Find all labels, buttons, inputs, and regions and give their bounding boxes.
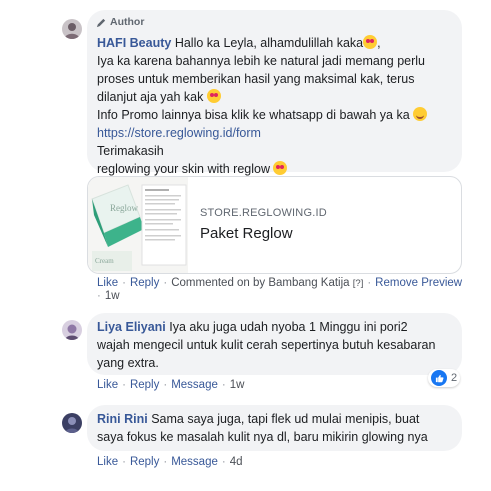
message-link[interactable]: Message — [171, 379, 218, 391]
comment-line: dilanjut aja yah kak — [97, 90, 204, 104]
like-reaction-icon — [431, 370, 447, 386]
comment-actions: Like · Reply · Message · 1w — [97, 379, 245, 391]
comment-line: Terimakasih — [97, 144, 164, 158]
like-link[interactable]: Like — [97, 456, 118, 468]
comment-time-row: · 1w — [97, 290, 120, 302]
profile-photo-icon — [62, 320, 82, 340]
product-image: Reglow Cream — [88, 177, 188, 273]
comment-line: yang extra. — [97, 356, 159, 370]
message-link[interactable]: Message — [171, 456, 218, 468]
link-preview-title[interactable]: Paket Reglow — [200, 225, 293, 242]
reply-link[interactable]: Reply — [130, 379, 159, 391]
comment-author[interactable]: Rini Rini — [97, 412, 148, 426]
comment-actions: Like · Reply · Message · 4d — [97, 456, 243, 468]
reply-link[interactable]: Reply — [130, 456, 159, 468]
link-preview-domain: STORE.REGLOWING.ID — [200, 207, 327, 219]
reply-link[interactable]: Reply — [130, 277, 159, 289]
avatar-rini-rini[interactable] — [62, 413, 82, 433]
comment-line: reglowing your skin with reglow — [97, 162, 270, 176]
commented-on-by[interactable]: Commented on by Bambang Katija — [171, 277, 349, 289]
author-badge: Author — [96, 16, 144, 28]
author-badge-label: Author — [110, 16, 145, 28]
comment-line: Info Promo lainnya bisa klik ke whatsapp… — [97, 108, 410, 122]
comment-line: Hallo ka Leyla, alhamdulillah kaka — [174, 36, 364, 50]
like-link[interactable]: Like — [97, 277, 118, 289]
comment-timestamp[interactable]: 1w — [230, 379, 245, 391]
comment-line: proses untuk memberikan hasil yang maksi… — [97, 72, 415, 86]
heart-eyes-emoji-icon — [363, 35, 378, 49]
comment-text: HAFI Beauty Hallo ka Leyla, alhamdulilla… — [97, 34, 457, 178]
comment-author[interactable]: HAFI Beauty — [97, 36, 171, 50]
comment-line: Sama saya juga, tapi flek ud mulai menip… — [151, 412, 420, 426]
profile-photo-icon — [62, 19, 82, 39]
pencil-icon — [96, 18, 106, 27]
profile-photo-icon — [62, 413, 82, 433]
reaction-summary[interactable]: 2 — [428, 369, 461, 387]
like-link[interactable]: Like — [97, 379, 118, 391]
remove-preview-link[interactable]: Remove Preview — [375, 277, 462, 289]
link-preview-thumbnail: Reglow Cream — [88, 177, 188, 273]
comment-actions: Like · Reply · Commented on by Bambang Katij… — [97, 277, 463, 289]
help-link[interactable]: [?] — [353, 278, 364, 289]
comment-line: Iya ka karena bahannya lebih ke natural … — [97, 54, 425, 68]
comment-text: Rini Rini Sama saya juga, tapi flek ud m… — [97, 410, 457, 446]
comment-timestamp[interactable]: 4d — [230, 456, 243, 468]
svg-text:Cream: Cream — [95, 257, 114, 265]
comment-author[interactable]: Liya Eliyani — [97, 320, 166, 334]
svg-text:Reglow: Reglow — [110, 203, 138, 213]
smiling-emoji-icon — [413, 107, 428, 121]
avatar-hafi-beauty[interactable] — [62, 19, 82, 39]
comment-text: Liya Eliyani Iya aku juga udah nyoba 1 M… — [97, 318, 457, 372]
store-form-link[interactable]: https://store.reglowing.id/form — [97, 124, 457, 142]
comment-line: Iya aku juga udah nyoba 1 Minggu ini por… — [169, 320, 408, 334]
smiling-hearts-emoji-icon — [273, 161, 288, 175]
comment-timestamp[interactable]: 1w — [105, 290, 120, 302]
comment-line: saya fokus ke masalah kulit nya dl, baru… — [97, 430, 428, 444]
smiling-hearts-emoji-icon — [206, 89, 221, 103]
comment-line: wajah mengecil untuk kulit cerah seperti… — [97, 338, 436, 352]
avatar-liya-eliyani[interactable] — [62, 320, 82, 340]
link-preview-card[interactable]: Reglow Cream STORE.REGLOWING.ID Paket Re… — [87, 176, 462, 274]
reaction-count: 2 — [451, 372, 458, 384]
